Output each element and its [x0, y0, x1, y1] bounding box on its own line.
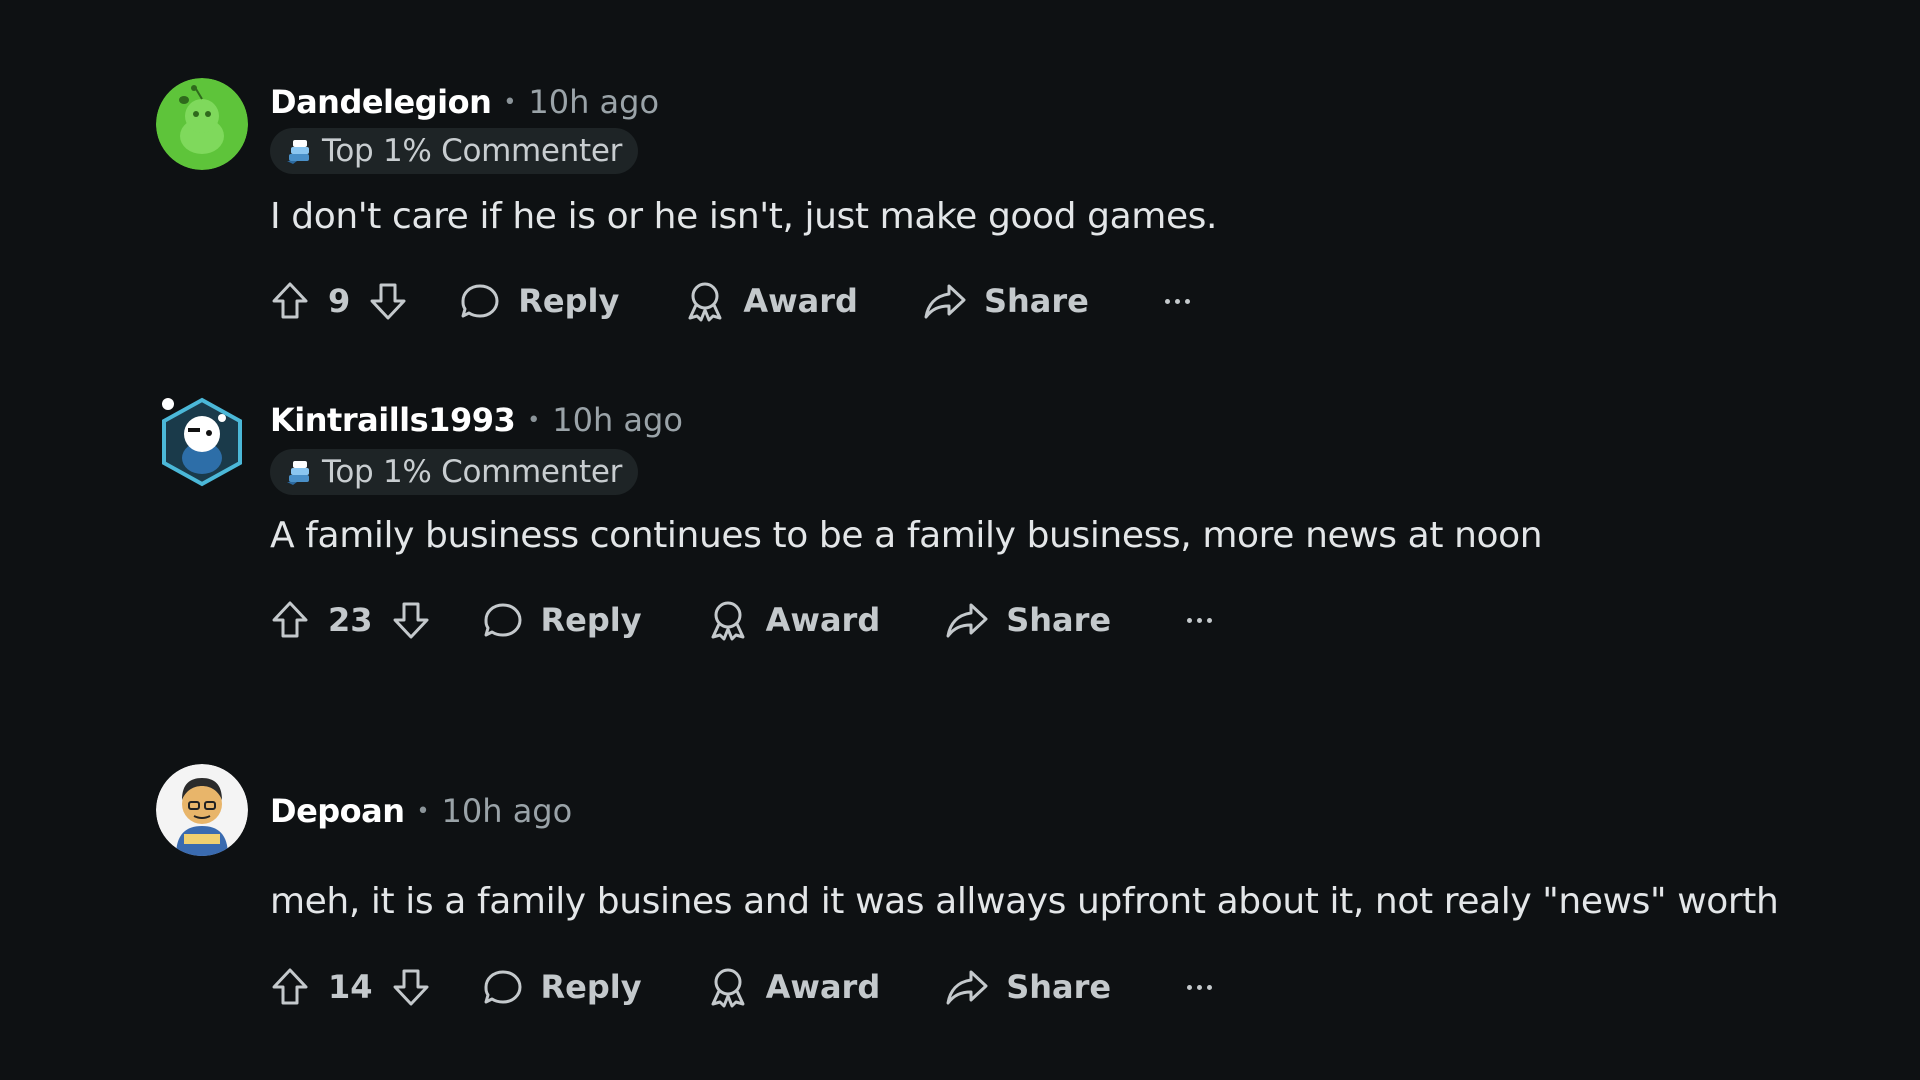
upvote-button[interactable] — [268, 279, 312, 323]
reply-icon — [484, 603, 522, 637]
comment-actions: 23 Reply Award Share — [268, 593, 1213, 647]
award-icon — [688, 282, 722, 322]
upvote-icon — [272, 282, 308, 319]
share-label: Share — [1006, 968, 1112, 1006]
downvote-button[interactable] — [366, 279, 410, 323]
comment-body: A family business continues to be a fami… — [270, 515, 1543, 556]
separator-dot: • — [503, 89, 517, 115]
vote-count: 14 — [328, 968, 373, 1006]
vote-count: 23 — [328, 601, 373, 639]
avatar[interactable] — [156, 764, 248, 856]
award-label: Award — [743, 282, 858, 320]
comment-header: Kintraills1993 • 10h ago — [270, 398, 683, 442]
timestamp[interactable]: 10h ago — [528, 83, 659, 121]
award-label: Award — [765, 968, 881, 1006]
reply-button[interactable]: Reply — [481, 965, 642, 1009]
reply-button[interactable]: Reply — [458, 279, 619, 323]
timestamp[interactable]: 10h ago — [552, 401, 683, 439]
top-commenter-icon — [284, 457, 314, 487]
downvote-icon — [393, 969, 429, 1006]
comment-header: Dandelegion • 10h ago — [270, 80, 659, 124]
upvote-button[interactable] — [268, 965, 312, 1009]
avatar[interactable] — [156, 78, 248, 170]
share-label: Share — [983, 282, 1089, 320]
share-icon — [924, 284, 966, 319]
separator-dot: • — [527, 407, 541, 433]
comment-thread: Dandelegion • 10h ago Top 1% Commenter I… — [0, 0, 1920, 1080]
comment-body: meh, it is a family busines and it was a… — [270, 881, 1779, 922]
username[interactable]: Kintraills1993 — [270, 401, 516, 439]
username[interactable]: Depoan — [270, 792, 405, 830]
more-options-button[interactable] — [1187, 984, 1213, 990]
upvote-icon — [272, 968, 308, 1005]
downvote-icon — [393, 602, 429, 639]
share-button[interactable]: Share — [944, 598, 1111, 642]
vote-count: 9 — [328, 282, 351, 320]
avatar[interactable] — [156, 396, 248, 488]
award-button[interactable]: Award — [706, 598, 881, 642]
timestamp[interactable]: 10h ago — [442, 792, 573, 830]
username[interactable]: Dandelegion — [270, 83, 492, 121]
reply-label: Reply — [540, 601, 642, 639]
award-button[interactable]: Award — [706, 965, 881, 1009]
user-flair: Top 1% Commenter — [270, 449, 639, 495]
share-icon — [946, 603, 988, 638]
comment-actions: 9 Reply Award Share — [268, 274, 1190, 328]
award-label: Award — [765, 601, 881, 639]
comment-body: I don't care if he is or he isn't, just … — [270, 196, 1218, 237]
reply-button[interactable]: Reply — [481, 598, 642, 642]
downvote-icon — [370, 283, 406, 320]
downvote-button[interactable] — [389, 965, 433, 1009]
upvote-icon — [272, 601, 308, 638]
award-icon — [711, 968, 745, 1008]
user-flair: Top 1% Commenter — [270, 128, 639, 174]
share-button[interactable]: Share — [944, 965, 1111, 1009]
snoo-avatar-icon — [156, 78, 248, 170]
reply-label: Reply — [540, 968, 642, 1006]
reply-label: Reply — [518, 282, 620, 320]
share-icon — [946, 970, 988, 1005]
snoo-avatar-icon — [162, 397, 242, 487]
flair-label: Top 1% Commenter — [322, 133, 623, 169]
top-commenter-icon — [284, 136, 314, 166]
reply-icon — [484, 970, 522, 1004]
snoo-avatar-icon — [156, 764, 248, 856]
downvote-button[interactable] — [389, 598, 433, 642]
award-button[interactable]: Award — [683, 279, 858, 323]
more-options-button[interactable] — [1164, 298, 1190, 304]
comment-actions: 14 Reply Award Share — [268, 960, 1213, 1014]
more-options-button[interactable] — [1187, 617, 1213, 623]
share-label: Share — [1006, 601, 1112, 639]
separator-dot: • — [416, 798, 430, 824]
upvote-button[interactable] — [268, 598, 312, 642]
flair-label: Top 1% Commenter — [322, 454, 623, 490]
award-icon — [711, 601, 745, 641]
reply-icon — [461, 284, 499, 318]
comment-header: Depoan • 10h ago — [270, 789, 572, 833]
share-button[interactable]: Share — [922, 279, 1089, 323]
